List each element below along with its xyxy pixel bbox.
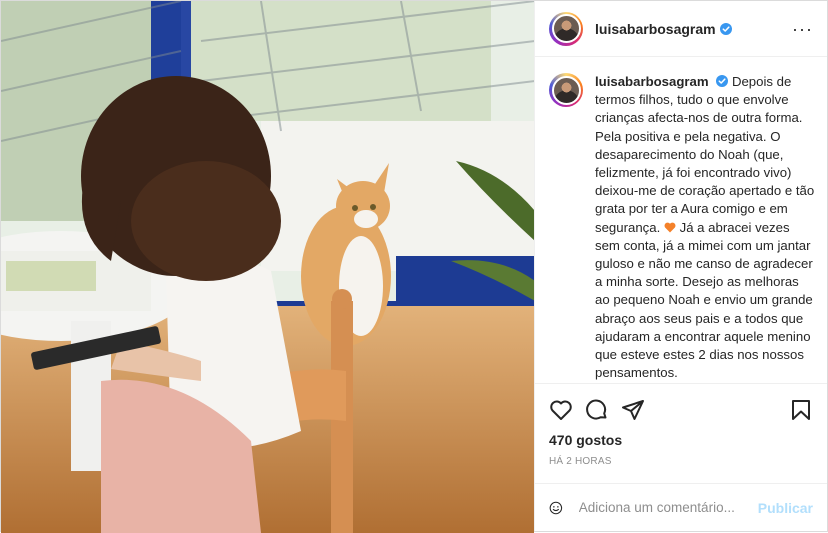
caption-body-continued: Já a abracei vezes sem conta, já a mimei… bbox=[595, 219, 813, 381]
author-avatar[interactable] bbox=[549, 11, 583, 46]
caption-text: luisabarbosagram Depois de termos filhos… bbox=[595, 73, 815, 382]
post-time-ago: HÁ 2 HORAS bbox=[549, 456, 612, 467]
likes-count[interactable]: 470 gostos bbox=[549, 432, 813, 448]
comment-bar: Publicar bbox=[535, 483, 827, 531]
bookmark-icon[interactable] bbox=[789, 398, 813, 422]
caption-avatar[interactable] bbox=[549, 73, 583, 107]
avatar bbox=[551, 14, 581, 43]
comment-bubble-icon[interactable] bbox=[585, 398, 609, 422]
photo-illustration bbox=[1, 1, 534, 533]
verified-badge-icon bbox=[719, 22, 732, 35]
caption-body: Depois de termos filhos, tudo o que envo… bbox=[595, 74, 815, 235]
caption-username[interactable]: luisabarbosagram bbox=[595, 74, 709, 89]
author-username[interactable]: luisabarbosagram bbox=[595, 21, 716, 37]
heart-icon[interactable] bbox=[549, 398, 573, 422]
comment-input[interactable] bbox=[576, 499, 758, 516]
orange-heart-emoji-icon bbox=[664, 222, 676, 233]
instagram-post: luisabarbosagram ··· luisabarbosagram De… bbox=[0, 0, 828, 533]
paper-plane-icon[interactable] bbox=[621, 398, 645, 422]
post-header: luisabarbosagram ··· bbox=[535, 1, 827, 57]
action-icons bbox=[549, 390, 813, 430]
caption-area: luisabarbosagram Depois de termos filhos… bbox=[535, 57, 827, 383]
verified-badge-icon bbox=[716, 75, 729, 87]
more-options-button[interactable]: ··· bbox=[792, 20, 813, 38]
post-actions: 470 gostos HÁ 2 HORAS bbox=[535, 383, 827, 483]
publish-button[interactable]: Publicar bbox=[758, 500, 813, 516]
smiley-icon[interactable] bbox=[549, 496, 563, 520]
avatar bbox=[551, 75, 581, 105]
post-side-panel: luisabarbosagram ··· luisabarbosagram De… bbox=[534, 1, 827, 531]
post-photo[interactable] bbox=[1, 1, 534, 533]
